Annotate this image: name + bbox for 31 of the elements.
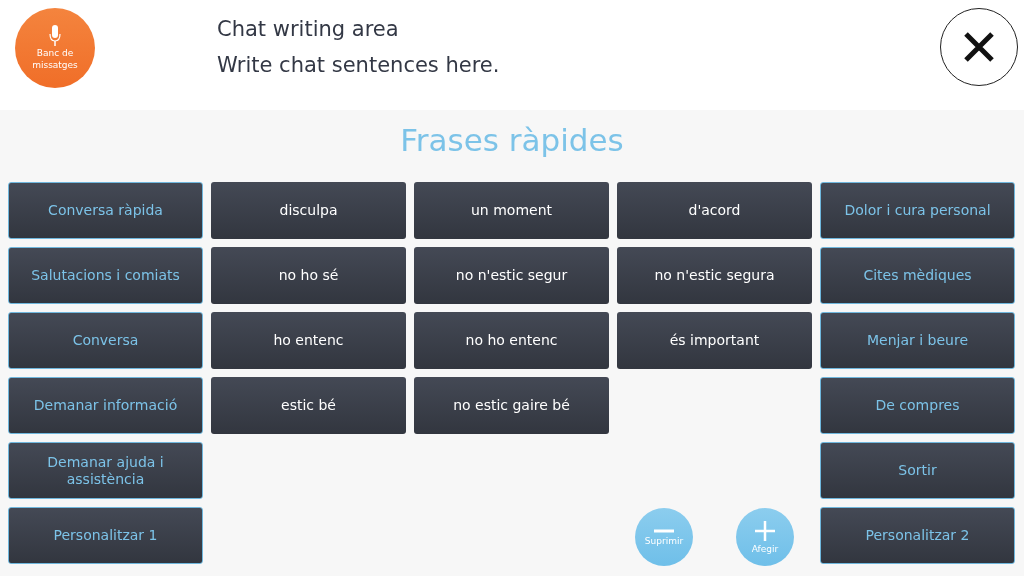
- category-button[interactable]: De compres: [820, 377, 1015, 434]
- category-button[interactable]: Demanar informació: [8, 377, 203, 434]
- category-button[interactable]: Conversa: [8, 312, 203, 369]
- category-button[interactable]: Sortir: [820, 442, 1015, 499]
- phrase-button[interactable]: ho entenc: [211, 312, 406, 369]
- phrase-button[interactable]: no n'estic segur: [414, 247, 609, 304]
- category-button[interactable]: Personalitzar 1: [8, 507, 203, 564]
- section-heading: Frases ràpides: [399, 121, 625, 160]
- category-button[interactable]: Cites mèdiques: [820, 247, 1015, 304]
- message-bank-button[interactable]: Banc de missatges: [15, 8, 95, 88]
- minus-icon: [654, 528, 674, 533]
- category-button[interactable]: Salutacions i comiats: [8, 247, 203, 304]
- chat-subtitle: Write chat sentences here.: [217, 52, 501, 79]
- phrase-button[interactable]: disculpa: [211, 182, 406, 239]
- phrase-button[interactable]: d'acord: [617, 182, 812, 239]
- category-button[interactable]: Menjar i beure: [820, 312, 1015, 369]
- category-button[interactable]: Personalitzar 2: [820, 507, 1015, 564]
- microphone-icon: [49, 25, 61, 47]
- plus-icon: [755, 520, 775, 541]
- category-button[interactable]: Demanar ajuda i assistència: [8, 442, 203, 499]
- chat-title: Chat writing area: [217, 16, 400, 43]
- phrase-button[interactable]: un moment: [414, 182, 609, 239]
- phrase-button[interactable]: no ho entenc: [414, 312, 609, 369]
- phrase-button[interactable]: no n'estic segura: [617, 247, 812, 304]
- phrase-button[interactable]: no ho sé: [211, 247, 406, 304]
- category-button[interactable]: Conversa ràpida: [8, 182, 203, 239]
- phrase-button[interactable]: no estic gaire bé: [414, 377, 609, 434]
- phrase-button[interactable]: és important: [617, 312, 812, 369]
- category-button[interactable]: Dolor i cura personal: [820, 182, 1015, 239]
- close-icon: [963, 31, 995, 63]
- phrase-button[interactable]: estic bé: [211, 377, 406, 434]
